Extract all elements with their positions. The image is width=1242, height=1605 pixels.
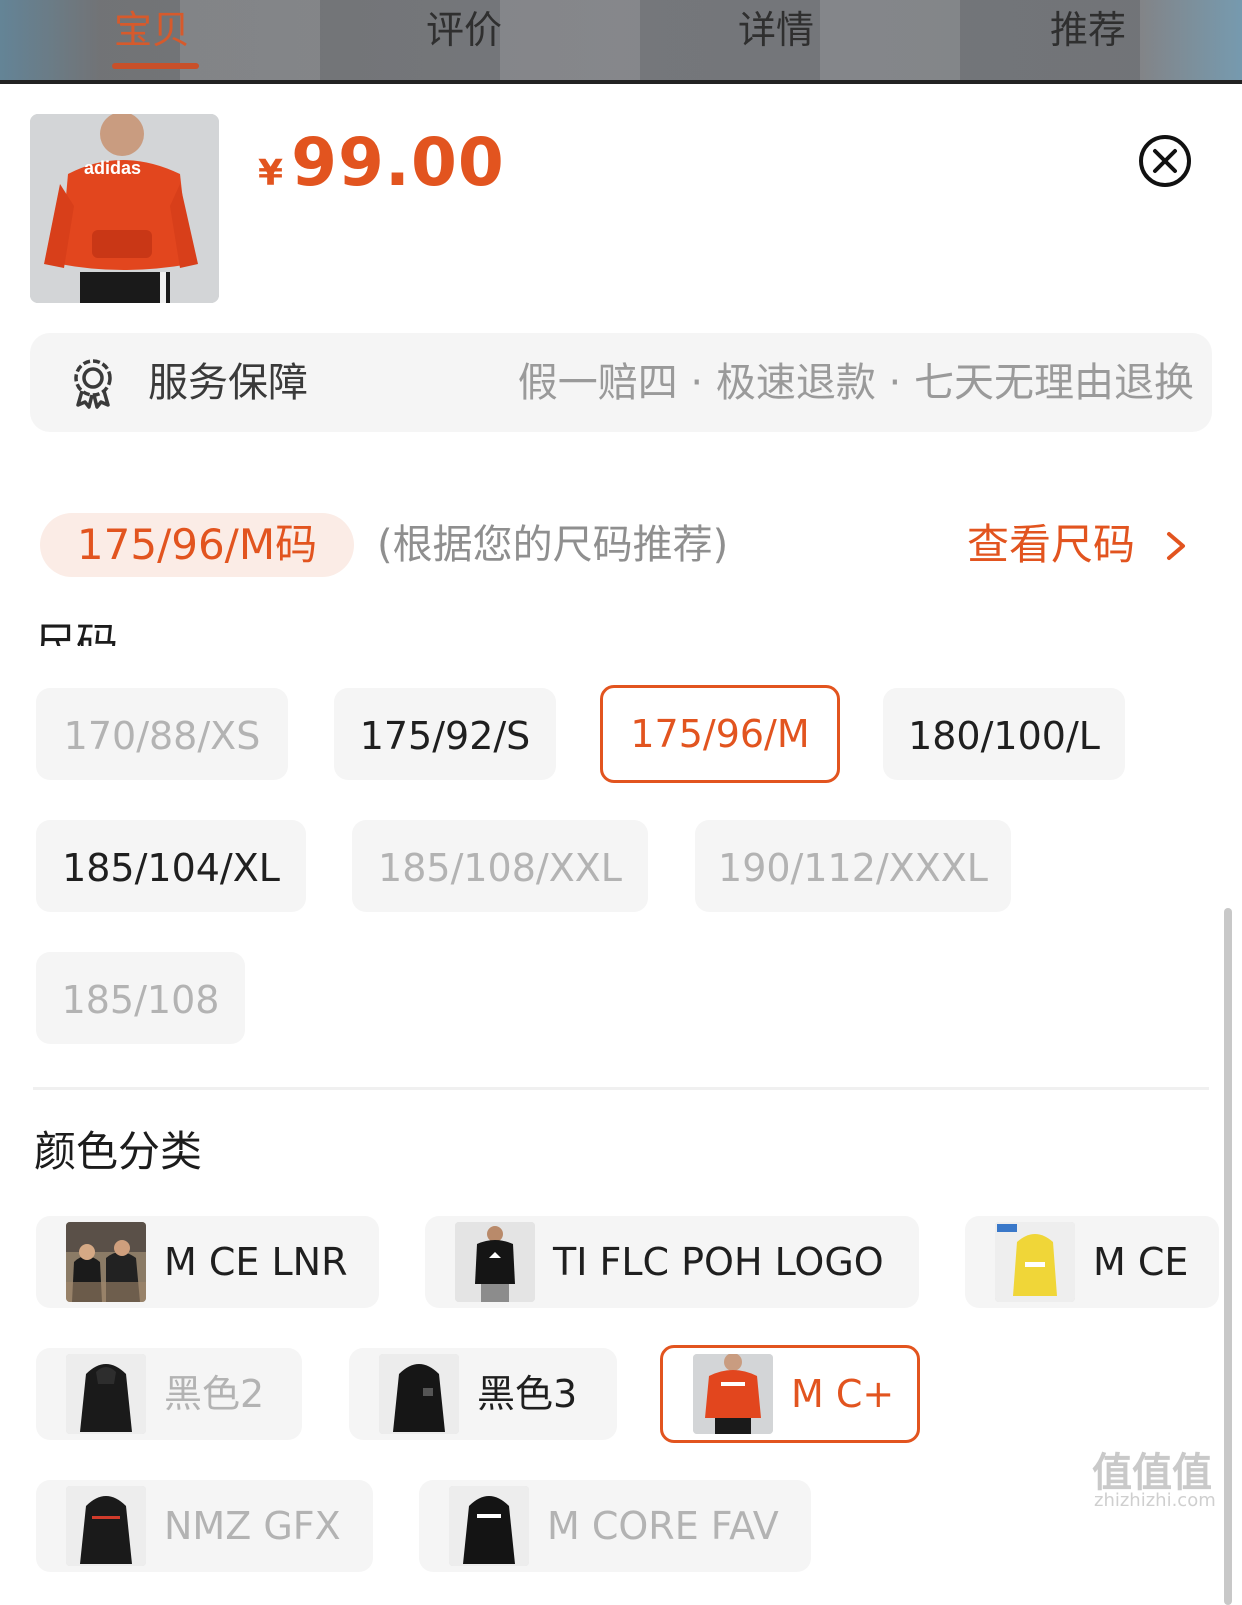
color-option-label: 黑色3: [477, 1372, 578, 1416]
view-size-chart-link[interactable]: 查看尺码: [967, 513, 1135, 577]
color-option[interactable]: NMZ GFX: [36, 1480, 373, 1572]
sku-selection-sheet: adidas ¥ 99.00 服务保障 假一赔四 · 极速退款 · 七天无理由退…: [0, 84, 1242, 1605]
service-label: 服务保障: [148, 360, 308, 406]
recommended-size-badge[interactable]: 175/96/M码: [40, 513, 354, 577]
color-thumbnail: [66, 1486, 146, 1566]
currency-symbol: ¥: [258, 153, 284, 194]
color-option[interactable]: M CE: [965, 1216, 1219, 1308]
color-option-label: M C+: [791, 1372, 895, 1416]
size-option[interactable]: 175/92/S: [334, 688, 556, 780]
top-tab-bar: 宝贝 评价 详情 推荐: [0, 0, 1242, 84]
color-thumbnail: [379, 1354, 459, 1434]
size-option[interactable]: 185/104/XL: [36, 820, 306, 912]
service-description: 假一赔四 · 极速退款 · 七天无理由退换: [517, 360, 1194, 406]
product-thumbnail[interactable]: adidas: [30, 114, 219, 303]
badge-icon: [74, 359, 112, 409]
color-option[interactable]: 黑色3: [349, 1348, 617, 1440]
svg-text:adidas: adidas: [84, 158, 141, 178]
color-section-title: 颜色分类: [34, 1127, 203, 1176]
service-guarantee-bar[interactable]: 服务保障 假一赔四 · 极速退款 · 七天无理由退换: [30, 333, 1212, 432]
color-thumbnail: [66, 1354, 146, 1434]
color-thumbnail: [455, 1222, 535, 1302]
size-option[interactable]: 170/88/XS: [36, 688, 288, 780]
tab-baobei[interactable]: 宝贝: [114, 2, 190, 58]
tab-details[interactable]: 详情: [738, 2, 814, 58]
watermark-url: zhizhizhi.com: [1094, 1490, 1216, 1511]
color-option-selected[interactable]: M C+: [660, 1345, 920, 1443]
product-price: ¥ 99.00: [258, 124, 505, 204]
size-option[interactable]: 185/108: [36, 952, 245, 1044]
color-option[interactable]: M CORE FAV: [419, 1480, 811, 1572]
recommendation-note: (根据您的尺码推荐): [377, 522, 729, 568]
size-option[interactable]: 180/100/L: [883, 688, 1125, 780]
color-option-label: M CORE FAV: [547, 1504, 779, 1548]
color-option-label: M CE: [1093, 1240, 1189, 1284]
price-value: 99.00: [291, 124, 505, 201]
color-option[interactable]: TI FLC POH LOGO: [425, 1216, 919, 1308]
active-tab-indicator: [112, 63, 199, 69]
close-icon: [1139, 135, 1191, 187]
size-option[interactable]: 190/112/XXXL: [695, 820, 1011, 912]
color-thumbnail: [66, 1222, 146, 1302]
size-option-selected[interactable]: 175/96/M: [600, 685, 840, 783]
color-option-label: TI FLC POH LOGO: [553, 1240, 884, 1284]
size-section-title: 尺码: [34, 619, 119, 646]
color-option[interactable]: 黑色2: [36, 1348, 302, 1440]
color-thumbnail: [449, 1486, 529, 1566]
chevron-right-icon[interactable]: [1163, 530, 1189, 562]
color-option-label: M CE LNR: [164, 1240, 348, 1284]
product-image: adidas: [30, 114, 219, 303]
color-thumbnail: [995, 1222, 1075, 1302]
color-option[interactable]: M CE LNR: [36, 1216, 379, 1308]
size-option[interactable]: 185/108/XXL: [352, 820, 648, 912]
section-divider: [33, 1087, 1209, 1090]
tab-recommend[interactable]: 推荐: [1050, 2, 1126, 58]
tab-reviews[interactable]: 评价: [426, 2, 502, 58]
color-option-label: NMZ GFX: [164, 1504, 341, 1548]
color-option-label: 黑色2: [164, 1372, 265, 1416]
close-button[interactable]: [1138, 134, 1192, 188]
color-thumbnail: [693, 1354, 773, 1434]
scrollbar[interactable]: [1224, 908, 1232, 1605]
